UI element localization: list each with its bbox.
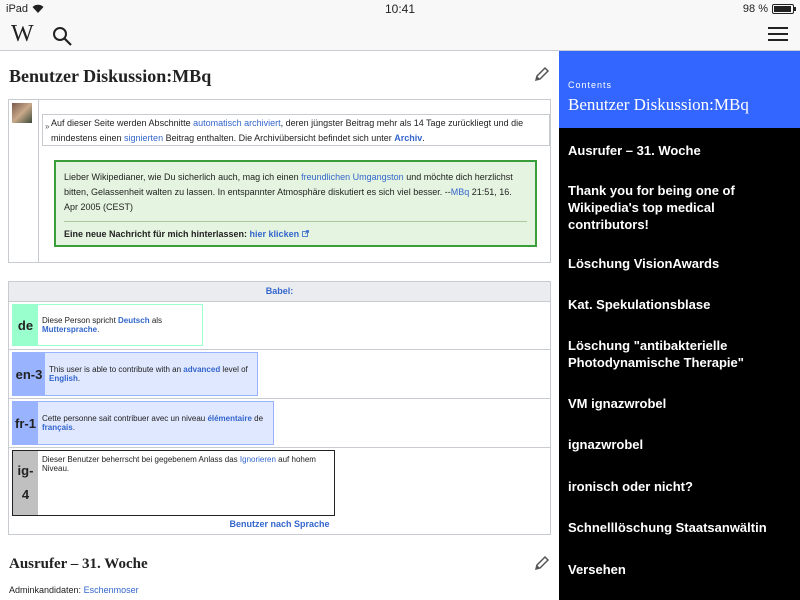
section-heading: Ausrufer – 31. Woche <box>9 556 148 572</box>
toc-item[interactable]: ignazwrobel <box>568 436 793 453</box>
link-advanced[interactable]: advanced <box>183 365 220 374</box>
new-message-line: Eine neue Nachricht für mich hinterlasse… <box>64 227 527 242</box>
archive-text: Beitrag enthalten. Die Archivübersicht b… <box>163 133 395 143</box>
link-archiv[interactable]: Archiv <box>394 133 422 143</box>
link-mbq[interactable]: MBq <box>451 187 470 197</box>
babel-box-de: de Diese Person spricht Deutsch als Mutt… <box>12 304 203 346</box>
toc-item[interactable]: Löschung "antibakterielle Photodynamisch… <box>568 337 793 371</box>
clock: 10:41 <box>384 2 416 16</box>
wikipedia-logo[interactable]: W <box>11 21 34 48</box>
menu-icon[interactable] <box>768 27 788 43</box>
search-icon[interactable] <box>52 26 74 46</box>
link-ignorieren[interactable]: Ignorieren <box>240 455 276 464</box>
babel-title: Babel: <box>9 282 550 301</box>
bullet-icon: » <box>45 122 50 131</box>
lang-desc-de: Diese Person spricht Deutsch als Mutters… <box>42 316 163 334</box>
toc-item[interactable]: Ausrufer – 31. Woche <box>568 142 793 159</box>
lang-code-en: en-3 <box>13 353 45 395</box>
welcome-text: Lieber Wikipedianer, wie Du sicherlich a… <box>64 172 513 212</box>
archive-text: Auf dieser Seite werden Abschnitte <box>51 118 194 128</box>
avatar-column <box>9 100 39 262</box>
lang-code-fr: fr-1 <box>13 402 38 444</box>
toc-item[interactable]: Thank you for being one of Wikipedia's t… <box>568 182 793 233</box>
link-muttersprache[interactable]: Muttersprache <box>42 325 97 334</box>
talk-page-header-box: » Auf dieser Seite werden Abschnitte aut… <box>8 99 551 263</box>
avatar <box>12 103 32 123</box>
link-francais[interactable]: français <box>42 423 73 432</box>
link-freundlichen-umgangston[interactable]: freundlichen Umgangston <box>301 172 404 182</box>
link-automatisch-archiviert[interactable]: automatisch archiviert <box>193 118 281 128</box>
link-benutzer-nach-sprache[interactable]: Benutzer nach Sprache <box>229 519 329 529</box>
lang-desc-en: This user is able to contribute with an … <box>49 365 248 383</box>
external-link-icon <box>301 230 309 237</box>
toc-header[interactable]: Contents Benutzer Diskussion:MBq <box>559 51 800 128</box>
link-elementaire[interactable]: élémentaire <box>207 414 251 423</box>
link-babel[interactable]: Babel: <box>266 286 294 296</box>
babel-box-ig: ig- 4 Dieser Benutzer beherrscht bei gege… <box>12 450 335 516</box>
link-english[interactable]: English <box>49 374 78 383</box>
babel-row-en: en-3 This user is able to contribute wit… <box>9 349 550 398</box>
edit-pencil-icon[interactable] <box>534 66 550 82</box>
welcome-box: Lieber Wikipedianer, wie Du sicherlich a… <box>54 160 537 247</box>
link-signierten[interactable]: signierten <box>124 133 163 143</box>
toc-item[interactable]: Schnelllöschung Staatsanwältin <box>568 519 793 536</box>
babel-row-fr: fr-1 Cette personne sait contribuer avec… <box>9 398 550 447</box>
toc-item[interactable]: ironisch oder nicht? <box>568 478 793 495</box>
archive-text: . <box>422 133 425 143</box>
babel-box-en: en-3 This user is able to contribute wit… <box>12 352 258 396</box>
page-title: Benutzer Diskussion:MBq <box>9 66 212 86</box>
battery-icon <box>772 4 796 14</box>
article-content: Benutzer Diskussion:MBq » Auf dieser Sei… <box>0 51 559 600</box>
divider <box>64 221 527 222</box>
section-text: Adminkandidaten: Eschenmoser <box>9 585 139 595</box>
toc-item[interactable]: Versehen <box>568 561 793 578</box>
toc-label: Contents <box>568 80 613 90</box>
link-eschenmoser[interactable]: Eschenmoser <box>84 585 139 595</box>
babel-row-de: de Diese Person spricht Deutsch als Mutt… <box>9 301 550 349</box>
babel-row-ig: ig- 4 Dieser Benutzer beherrscht bei gege… <box>9 447 550 519</box>
toc-item[interactable]: Kat. Spekulationsblase <box>568 296 793 313</box>
babel-box: Babel: de Diese Person spricht Deutsch a… <box>8 281 551 535</box>
app-toolbar: W <box>0 18 800 51</box>
lang-code-de: de <box>13 305 38 345</box>
battery-percent: 98 % <box>742 3 768 15</box>
section-edit-pencil-icon[interactable] <box>534 555 550 571</box>
link-hier-klicken[interactable]: hier klicken <box>250 229 300 239</box>
archive-notice: » Auf dieser Seite werden Abschnitte aut… <box>42 114 550 146</box>
lang-desc-ig: Dieser Benutzer beherrscht bei gegebenem… <box>42 455 316 473</box>
status-bar: iPad 10:41 98 % <box>0 0 800 18</box>
table-of-contents: Contents Benutzer Diskussion:MBq Ausrufe… <box>559 51 800 600</box>
lang-desc-fr: Cette personne sait contribuer avec un n… <box>42 414 264 432</box>
lang-code-ig: ig- 4 <box>13 451 38 515</box>
toc-item[interactable]: Löschung VisionAwards <box>568 255 793 272</box>
toc-item[interactable]: VM ignazwrobel <box>568 395 793 412</box>
link-deutsch[interactable]: Deutsch <box>118 316 150 325</box>
babel-footer: Benutzer nach Sprache <box>9 519 550 529</box>
toc-title: Benutzer Diskussion:MBq <box>568 95 749 114</box>
babel-box-fr: fr-1 Cette personne sait contribuer avec… <box>12 401 274 445</box>
